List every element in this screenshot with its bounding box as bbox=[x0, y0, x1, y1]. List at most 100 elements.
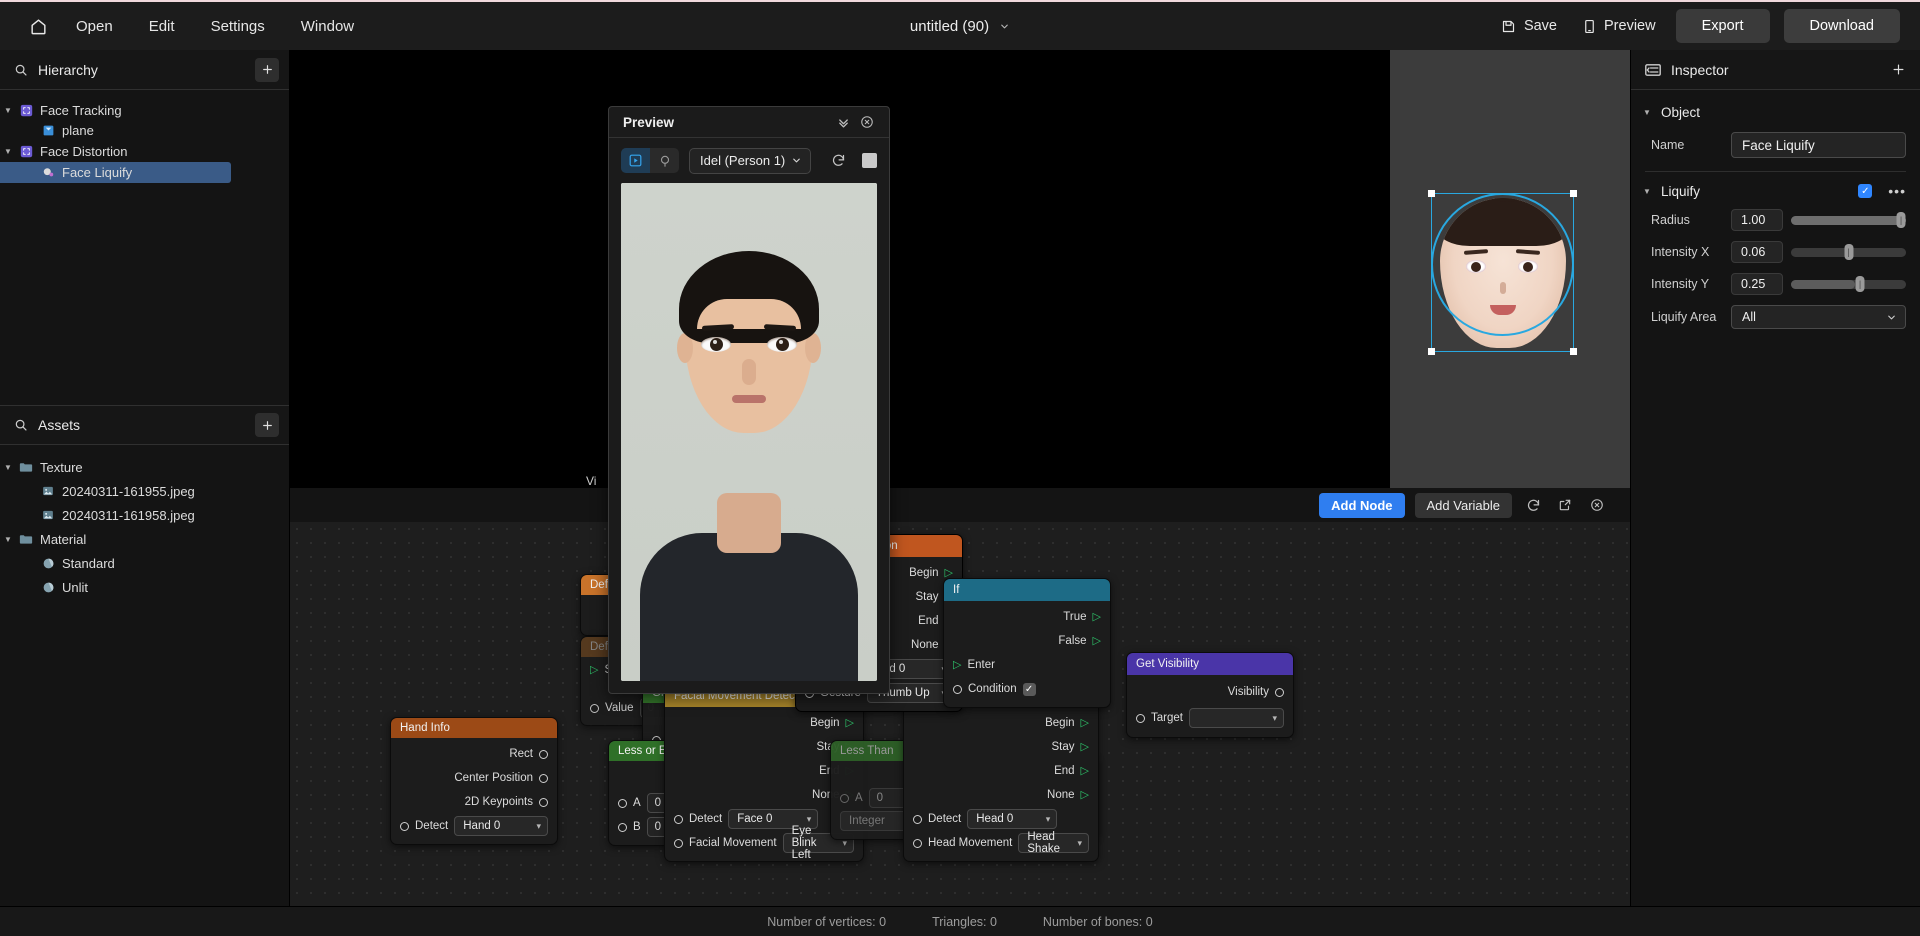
viewport-canvas[interactable] bbox=[290, 50, 1630, 488]
viewport-3d[interactable]: Vi bbox=[290, 50, 1630, 488]
data-port-icon[interactable] bbox=[913, 814, 922, 824]
chevrons-down-icon[interactable] bbox=[831, 110, 855, 134]
hierarchy-item-face-liquify[interactable]: Face Liquify bbox=[0, 162, 231, 183]
search-icon[interactable] bbox=[14, 63, 28, 77]
preview-button[interactable]: Preview bbox=[1577, 13, 1662, 39]
node-input-detect[interactable]: Detect Head 0 ▾ bbox=[904, 807, 1098, 831]
node-input-detect[interactable]: Detect Hand 0 ▾ bbox=[391, 814, 557, 838]
data-port-icon[interactable] bbox=[400, 821, 409, 831]
caret-down-icon[interactable]: ▼ bbox=[0, 535, 16, 544]
assets-item-standard[interactable]: Standard bbox=[0, 551, 289, 575]
assets-item-texture[interactable]: ▼ Texture bbox=[0, 455, 289, 479]
data-port-icon[interactable] bbox=[840, 793, 849, 803]
node-output-true[interactable]: True ▷ bbox=[944, 605, 1110, 629]
preview-panel[interactable]: Preview Idel (Person 1) bbox=[608, 106, 890, 694]
data-port-icon[interactable] bbox=[913, 838, 922, 848]
node-hand-info[interactable]: Hand Info Rect Center Position 2D Keypoi… bbox=[390, 717, 558, 845]
caret-down-icon[interactable]: ▼ bbox=[0, 463, 16, 472]
caret-down-icon[interactable]: ▼ bbox=[1641, 187, 1653, 196]
project-title-dropdown[interactable]: untitled (90) bbox=[910, 18, 1010, 35]
data-port-icon[interactable] bbox=[539, 797, 548, 807]
menu-edit[interactable]: Edit bbox=[131, 12, 193, 41]
node-output-rect[interactable]: Rect bbox=[391, 742, 557, 766]
detect-select[interactable]: Hand 0 ▾ bbox=[454, 816, 548, 836]
resize-handle-bottom-left[interactable] bbox=[1428, 348, 1435, 355]
caret-down-icon[interactable]: ▼ bbox=[0, 106, 16, 115]
node-output-visibility[interactable]: Visibility bbox=[1127, 679, 1293, 705]
data-port-icon[interactable] bbox=[1136, 713, 1145, 723]
node-output-none[interactable]: None ▷ bbox=[904, 783, 1098, 807]
export-button[interactable]: Export bbox=[1675, 9, 1770, 43]
data-port-icon[interactable] bbox=[953, 684, 962, 694]
hierarchy-add-button[interactable] bbox=[255, 57, 279, 82]
resize-handle-top-left[interactable] bbox=[1428, 190, 1435, 197]
home-icon[interactable] bbox=[18, 9, 58, 43]
exec-port-icon[interactable]: ▷ bbox=[953, 659, 961, 671]
intensity-y-slider[interactable] bbox=[1791, 276, 1906, 292]
intensity-x-value[interactable]: 0.06 bbox=[1731, 241, 1783, 263]
liquify-area-select[interactable]: All bbox=[1731, 305, 1906, 329]
resize-handle-top-right[interactable] bbox=[1570, 190, 1577, 197]
intensity-y-value[interactable]: 0.25 bbox=[1731, 273, 1783, 295]
exec-port-icon[interactable]: ▷ bbox=[1081, 741, 1089, 753]
save-button[interactable]: Save bbox=[1495, 13, 1563, 39]
exec-port-icon[interactable]: ▷ bbox=[1081, 789, 1089, 801]
assets-item-material[interactable]: ▼ Material bbox=[0, 527, 289, 551]
name-field[interactable]: Face Liquify bbox=[1731, 132, 1906, 158]
exec-port-icon[interactable]: ▷ bbox=[1081, 765, 1089, 777]
node-output-end[interactable]: End ▷ bbox=[904, 759, 1098, 783]
data-port-icon[interactable] bbox=[674, 838, 683, 848]
node-exec-in-enter[interactable]: ▷ Enter bbox=[944, 653, 1110, 677]
node-output-begin[interactable]: Begin ▷ bbox=[665, 711, 863, 735]
caret-down-icon[interactable]: ▼ bbox=[1641, 108, 1653, 117]
inspector-section-object[interactable]: ▼ Object bbox=[1631, 100, 1920, 125]
data-port-icon[interactable] bbox=[590, 703, 599, 713]
data-port-icon[interactable] bbox=[539, 749, 548, 759]
head-movement-select[interactable]: Head Shake ▾ bbox=[1018, 831, 1089, 855]
radius-slider[interactable] bbox=[1791, 212, 1906, 228]
node-output-center-position[interactable]: Center Position bbox=[391, 766, 557, 790]
detect-select[interactable]: Head 0 ▾ bbox=[967, 809, 1058, 829]
intensity-x-slider[interactable] bbox=[1791, 244, 1906, 260]
data-port-icon[interactable] bbox=[618, 798, 627, 808]
menu-settings[interactable]: Settings bbox=[193, 12, 283, 41]
liquify-enabled-checkbox[interactable]: ✓ bbox=[1858, 184, 1873, 198]
assets-add-button[interactable] bbox=[255, 413, 279, 437]
node-if[interactable]: If True ▷ False ▷ ▷ Enter Condition ✓ bbox=[943, 578, 1111, 708]
node-graph-canvas[interactable]: Default 1 Trigger ▷ Default 2 bbox=[290, 522, 1630, 906]
condition-checkbox[interactable]: ✓ bbox=[1022, 682, 1036, 696]
more-dots-icon[interactable]: ••• bbox=[1880, 183, 1906, 199]
exec-port-icon[interactable]: ▷ bbox=[1093, 635, 1101, 647]
refresh-icon[interactable] bbox=[826, 149, 850, 173]
data-port-icon[interactable] bbox=[618, 822, 627, 832]
node-output-2d-keypoints[interactable]: 2D Keypoints bbox=[391, 790, 557, 814]
download-button[interactable]: Download bbox=[1783, 9, 1900, 43]
exec-port-icon[interactable]: ▷ bbox=[590, 664, 598, 676]
assets-item-unlit[interactable]: Unlit bbox=[0, 575, 289, 599]
hierarchy-item-plane[interactable]: plane bbox=[0, 120, 289, 140]
exec-port-icon[interactable]: ▷ bbox=[1093, 611, 1101, 623]
assets-item-image-2[interactable]: 20240311-161958.jpeg bbox=[0, 503, 289, 527]
target-select[interactable]: ▾ bbox=[1188, 708, 1284, 728]
close-circle-icon[interactable] bbox=[1586, 494, 1608, 516]
add-node-button[interactable]: Add Node bbox=[1319, 492, 1405, 518]
caret-down-icon[interactable]: ▼ bbox=[0, 147, 16, 156]
external-link-icon[interactable] bbox=[1554, 494, 1576, 516]
menu-window[interactable]: Window bbox=[283, 12, 372, 41]
node-input-condition[interactable]: Condition ✓ bbox=[944, 677, 1110, 701]
liquify-radius-gizmo[interactable] bbox=[1431, 193, 1574, 336]
node-output-stay[interactable]: Stay ▷ bbox=[904, 735, 1098, 759]
hierarchy-item-face-distortion[interactable]: ▼ Face Distortion bbox=[0, 141, 289, 161]
preview-render-area[interactable] bbox=[621, 183, 877, 681]
panel-collapse-icon[interactable] bbox=[1645, 63, 1661, 77]
node-output-false[interactable]: False ▷ bbox=[944, 629, 1110, 653]
refresh-icon[interactable] bbox=[1522, 494, 1544, 516]
menu-open[interactable]: Open bbox=[58, 12, 131, 41]
search-icon[interactable] bbox=[14, 418, 28, 432]
node-output-begin[interactable]: Begin ▷ bbox=[904, 711, 1098, 735]
hierarchy-item-face-tracking[interactable]: ▼ Face Tracking bbox=[0, 100, 289, 120]
inspector-add-button[interactable] bbox=[1886, 58, 1910, 82]
radius-value[interactable]: 1.00 bbox=[1731, 209, 1783, 231]
exec-port-icon[interactable]: ▷ bbox=[846, 717, 854, 729]
viewport-tab-label[interactable]: Vi bbox=[586, 474, 596, 488]
